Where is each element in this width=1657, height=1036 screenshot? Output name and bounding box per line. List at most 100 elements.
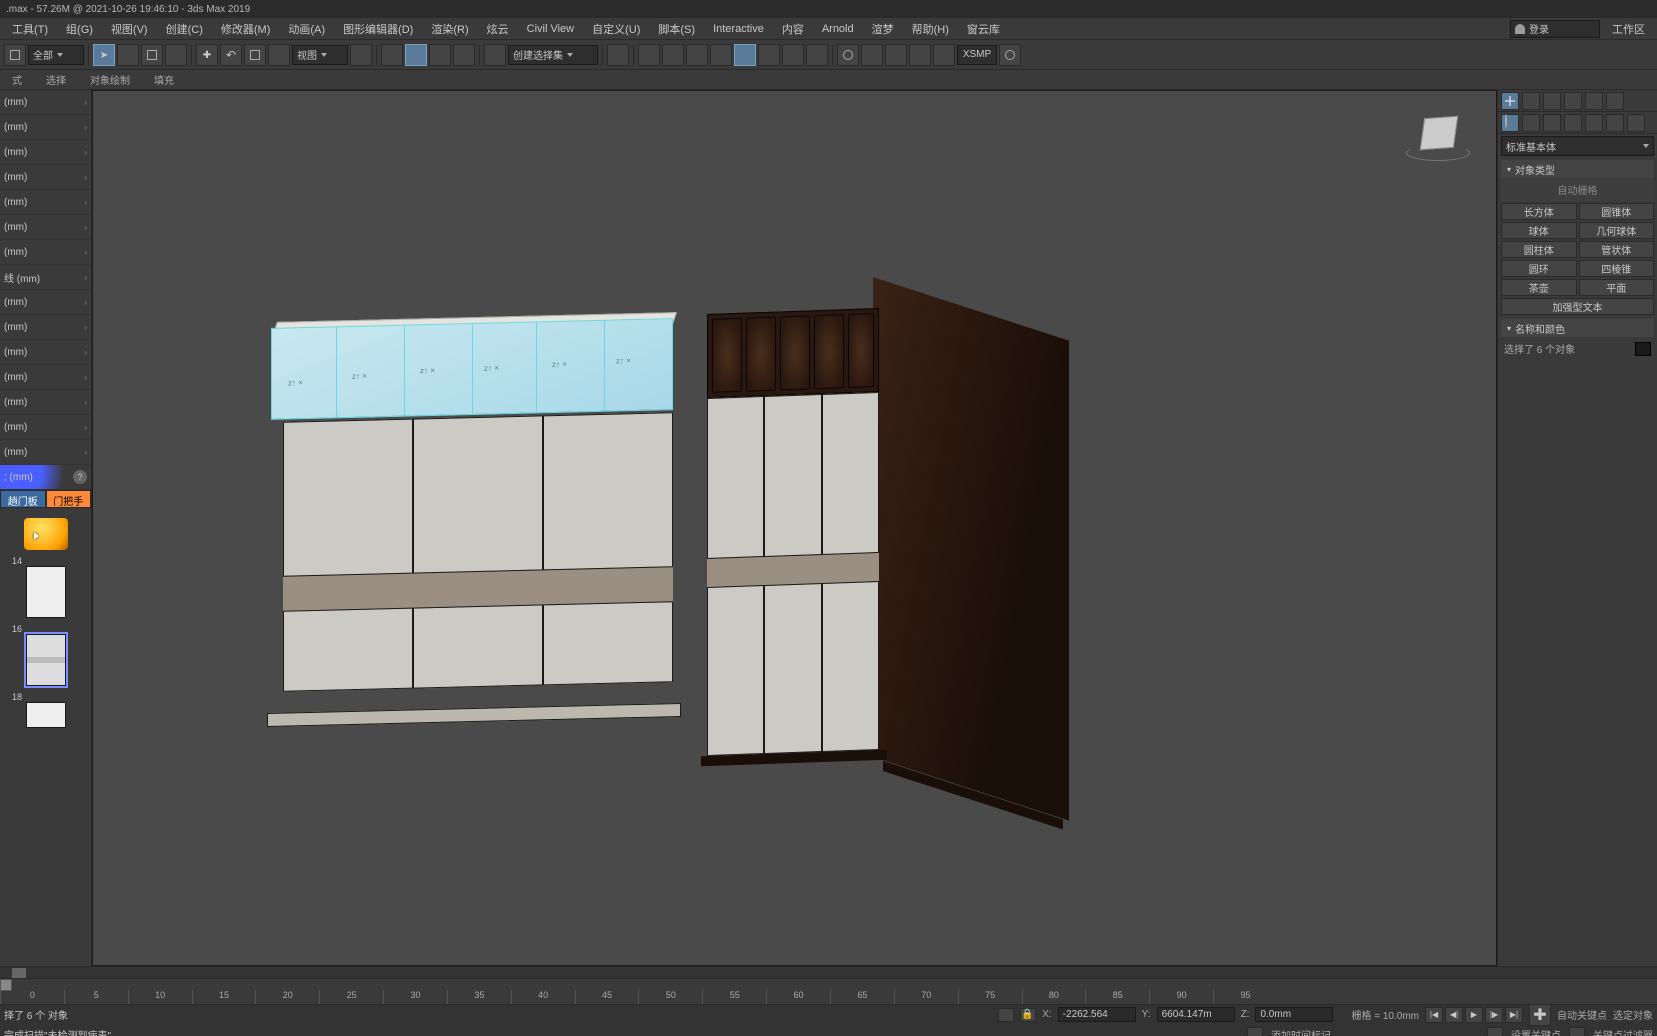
next-frame-button[interactable]: |▶	[1485, 1007, 1503, 1023]
utilities-tab-icon[interactable]	[1606, 92, 1624, 110]
render-setup-button[interactable]	[782, 44, 804, 66]
tab-doorsheet[interactable]: 趟门板	[0, 490, 46, 508]
lights-icon[interactable]	[1543, 114, 1561, 132]
left-item[interactable]: (mm)›	[0, 290, 91, 315]
menu-graph-editors[interactable]: 图形编辑器(D)	[335, 19, 421, 39]
ref-coord-dropdown[interactable]: 视图	[292, 45, 348, 65]
time-ruler[interactable]: 0 5 10 15 20 25 30 35 40 45 50 55 60 65 …	[0, 990, 1277, 1004]
cameras-icon[interactable]	[1564, 114, 1582, 132]
render-activeshade-button[interactable]	[885, 44, 907, 66]
help-icon[interactable]: ?	[73, 470, 87, 484]
scale-button[interactable]	[244, 44, 266, 66]
render-last-button[interactable]	[933, 44, 955, 66]
align-button[interactable]	[638, 44, 660, 66]
geosphere-button[interactable]: 几何球体	[1579, 222, 1655, 239]
ribbon-tab-select[interactable]: 选择	[34, 72, 78, 87]
select-window-crossing-button[interactable]	[165, 44, 187, 66]
thumbnail-item[interactable]: 16	[2, 624, 89, 686]
angle-snap-button[interactable]	[405, 44, 427, 66]
login-dropdown[interactable]: 登录	[1510, 20, 1600, 38]
select-region-rect-button[interactable]	[141, 44, 163, 66]
tab-handle[interactable]: 门把手	[46, 490, 92, 508]
thumbnail-item[interactable]: 18	[2, 692, 89, 728]
left-item[interactable]: (mm)›	[0, 440, 91, 465]
render-production-button[interactable]	[837, 44, 859, 66]
menu-create[interactable]: 创建(C)	[158, 19, 211, 39]
menu-arnold[interactable]: Arnold	[814, 21, 862, 37]
key-filter-label[interactable]: 关键点过滤器	[1593, 1027, 1653, 1036]
layers-button[interactable]	[662, 44, 684, 66]
timeline[interactable]: 0 5 10 15 20 25 30 35 40 45 50 55 60 65 …	[0, 978, 1657, 1004]
cylinder-button[interactable]: 圆柱体	[1501, 241, 1577, 258]
color-swatch[interactable]	[1635, 342, 1651, 356]
edit-named-sel-button[interactable]	[484, 44, 506, 66]
percent-snap-button[interactable]	[429, 44, 451, 66]
menu-render[interactable]: 渲染(R)	[423, 19, 476, 39]
setkey-label[interactable]: 设置关键点	[1511, 1027, 1561, 1036]
left-item[interactable]: (mm)›	[0, 315, 91, 340]
left-item[interactable]: (mm)›	[0, 140, 91, 165]
shapes-icon[interactable]	[1522, 114, 1540, 132]
add-time-marker[interactable]: 添加时间标记	[1271, 1027, 1331, 1036]
left-item[interactable]: 线 (mm)›	[0, 265, 91, 290]
left-item[interactable]: (mm)›	[0, 165, 91, 190]
spacewarps-icon[interactable]	[1606, 114, 1624, 132]
named-selection-dropdown[interactable]: 创建选择集	[508, 45, 598, 65]
left-item[interactable]: (mm)›	[0, 415, 91, 440]
timeline-scrollbar[interactable]	[0, 966, 1657, 978]
menu-scripting[interactable]: 脚本(S)	[650, 19, 703, 39]
time-tag-icon[interactable]	[1247, 1027, 1263, 1036]
left-item[interactable]: (mm)›	[0, 365, 91, 390]
scope-dropdown[interactable]: 全部	[28, 45, 84, 65]
menu-help[interactable]: 帮助(H)	[904, 19, 957, 39]
mirror-button[interactable]	[607, 44, 629, 66]
lock-button[interactable]	[1020, 1008, 1036, 1022]
pyramid-button[interactable]: 四棱锥	[1579, 260, 1655, 277]
render-cloud-button[interactable]	[909, 44, 931, 66]
thumbnail-item[interactable]	[2, 518, 89, 550]
perspective-viewport[interactable]: z↑ × z↑ × z↑ × z↑ × z↑ × z↑ ×	[92, 90, 1497, 966]
left-item[interactable]: (mm)›	[0, 390, 91, 415]
box-button[interactable]: 长方体	[1501, 203, 1577, 220]
menu-view[interactable]: 视图(V)	[103, 19, 156, 39]
thumbnail-item[interactable]: 14	[2, 556, 89, 618]
geometry-icon[interactable]	[1501, 114, 1519, 132]
menu-customize[interactable]: 自定义(U)	[584, 19, 648, 39]
pivot-button[interactable]	[350, 44, 372, 66]
z-input[interactable]: 0.0mm	[1255, 1007, 1333, 1022]
primitive-category-dropdown[interactable]: 标准基本体	[1501, 136, 1654, 156]
select-object-button[interactable]	[93, 44, 115, 66]
name-color-rollout[interactable]: 名称和颜色	[1501, 319, 1654, 337]
display-tab-icon[interactable]	[1585, 92, 1603, 110]
cone-button[interactable]: 圆锥体	[1579, 203, 1655, 220]
key-filter-icon[interactable]	[1569, 1027, 1585, 1036]
prev-frame-button[interactable]: ◀|	[1445, 1007, 1463, 1023]
autokey-label[interactable]: 自动关键点	[1557, 1007, 1607, 1022]
left-item[interactable]: (mm)›	[0, 90, 91, 115]
left-item[interactable]: (mm)›	[0, 115, 91, 140]
left-item[interactable]: (mm)›	[0, 240, 91, 265]
ribbon-tab-fill[interactable]: 填充	[142, 72, 186, 87]
goto-start-button[interactable]: |◀	[1425, 1007, 1443, 1023]
tube-button[interactable]: 管状体	[1579, 241, 1655, 258]
menu-tools[interactable]: 工具(T)	[4, 19, 56, 39]
menu-yaoyunku[interactable]: 窗云库	[959, 19, 1008, 39]
textplus-button[interactable]: 加强型文本	[1501, 298, 1654, 315]
y-input[interactable]: 6604.147m	[1157, 1007, 1235, 1022]
ribbon-tab-mode[interactable]: 式	[0, 72, 34, 87]
set-key-button[interactable]: ✚	[1529, 1004, 1551, 1026]
snap-toggle-button[interactable]	[381, 44, 403, 66]
spinner-snap-button[interactable]	[453, 44, 475, 66]
material-editor-button[interactable]	[758, 44, 780, 66]
curve-editor-button[interactable]	[710, 44, 732, 66]
menu-content[interactable]: 内容	[774, 19, 812, 39]
key-mode-icon[interactable]	[1487, 1027, 1503, 1036]
menu-animation[interactable]: 动画(A)	[280, 19, 333, 39]
selected-obj-label[interactable]: 选定对象	[1613, 1007, 1653, 1022]
plane-button[interactable]: 平面	[1579, 279, 1655, 296]
move-button[interactable]	[196, 44, 218, 66]
menu-interactive[interactable]: Interactive	[705, 21, 772, 37]
create-tab-icon[interactable]	[1501, 92, 1519, 110]
play-button[interactable]: ▶	[1465, 1007, 1483, 1023]
teapot-button[interactable]: 茶壶	[1501, 279, 1577, 296]
